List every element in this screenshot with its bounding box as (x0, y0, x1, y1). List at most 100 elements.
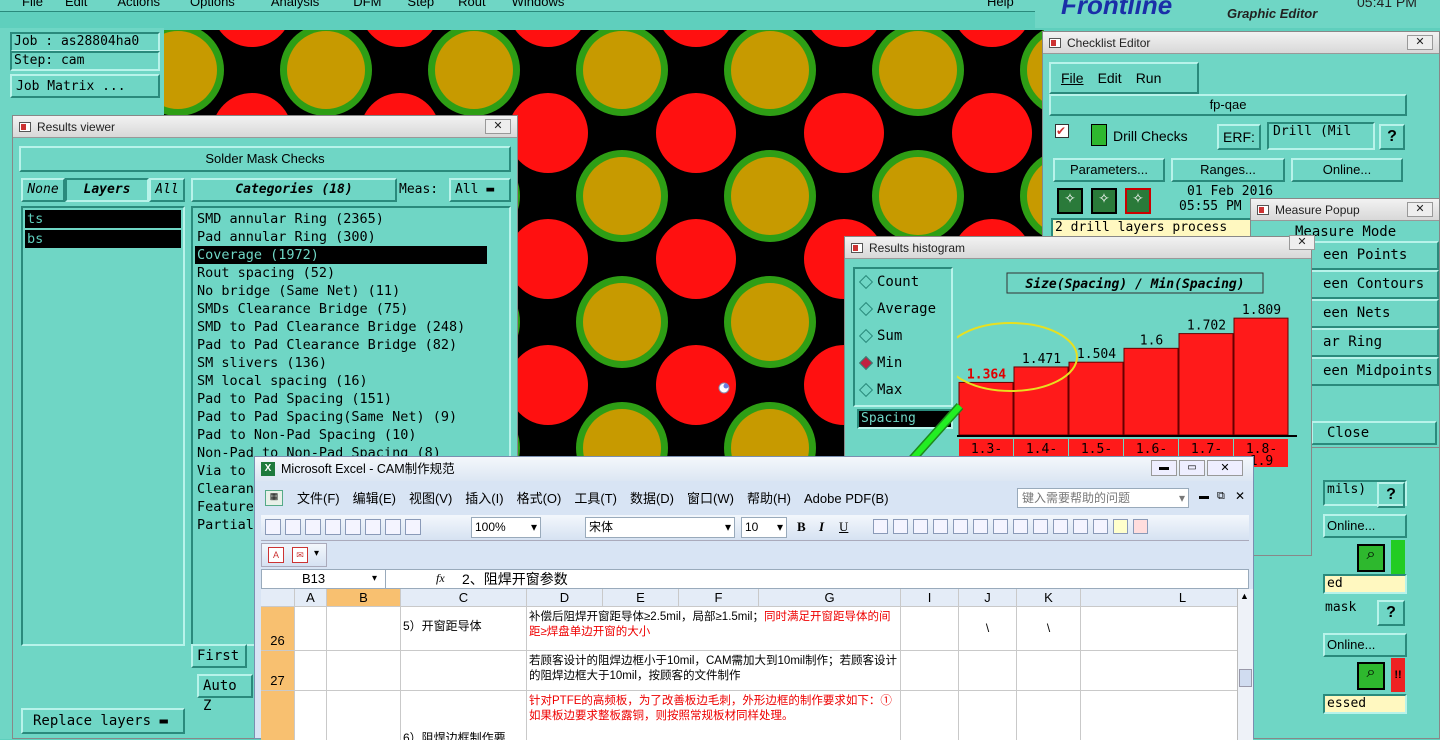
spreadsheet-grid[interactable]: A B C D E F G I J K L 26 5）开窗距导体 补偿后阻焊开窗距导体≥2.5mil，局部… (261, 589, 1237, 740)
category-item[interactable]: SM slivers (136) (195, 354, 507, 372)
option-max[interactable]: Max (855, 377, 951, 404)
minimize-button[interactable]: ▬ (1151, 460, 1177, 476)
replace-layers-button[interactable]: Replace layers ▬ (21, 708, 185, 734)
align-right-icon[interactable] (913, 519, 928, 534)
menu-actions[interactable]: Actions (117, 0, 160, 9)
help-menu[interactable]: Help (987, 0, 1014, 9)
cell[interactable] (901, 607, 959, 651)
column-header[interactable]: J (959, 589, 1017, 607)
excel-menu-item[interactable]: 格式(O) (517, 491, 562, 506)
option-average[interactable]: Average (855, 296, 951, 323)
doc-restore-button[interactable]: ⧉ (1217, 490, 1225, 503)
option-count[interactable]: Count (855, 269, 951, 296)
font-name-select[interactable]: 宋体 ▾ (585, 517, 735, 538)
research-icon[interactable] (385, 519, 401, 535)
cell[interactable] (959, 651, 1017, 691)
currency-icon[interactable] (953, 519, 968, 534)
category-item[interactable]: SMDs Clearance Bridge (75) (195, 300, 507, 318)
category-item[interactable]: Pad to Pad Spacing(Same Net) (9) (195, 408, 507, 426)
cell[interactable] (295, 651, 327, 691)
run-icon[interactable]: ✧ (1125, 188, 1151, 214)
help-search-input[interactable]: 键入需要帮助的问题 ▾ (1017, 488, 1189, 508)
merge-center-icon[interactable] (933, 519, 948, 534)
cell-merged[interactable]: 若顾客设计的阻焊边框小于10mil，CAM需加大到10mil制作；若顾客设计的阻… (527, 651, 901, 691)
menu-edit[interactable]: Edit (65, 0, 87, 9)
help-button[interactable]: ? (1379, 124, 1405, 150)
permission-icon[interactable] (325, 519, 341, 535)
save-icon[interactable] (305, 519, 321, 535)
close-icon[interactable]: ✕ (1289, 235, 1315, 250)
menu-dfm[interactable]: DFM (353, 0, 381, 9)
dropdown-icon[interactable]: ▾ (1179, 489, 1185, 507)
cell[interactable] (1017, 691, 1081, 740)
category-item[interactable]: Pad to Pad Spacing (151) (195, 390, 507, 408)
column-header[interactable]: B (327, 589, 401, 607)
bold-button[interactable]: B (797, 519, 806, 535)
cell[interactable] (295, 691, 327, 740)
online-button[interactable]: Online... (1291, 158, 1403, 182)
excel-menu-item[interactable]: Adobe PDF(B) (804, 491, 889, 506)
cell[interactable] (327, 607, 401, 651)
column-header[interactable]: F (679, 589, 759, 607)
excel-menu-item[interactable]: 插入(I) (465, 491, 503, 506)
menu-step[interactable]: Step (407, 0, 434, 9)
borders-icon[interactable] (1093, 519, 1108, 534)
run-icon[interactable]: ✧ (1057, 188, 1083, 214)
column-header[interactable]: C (401, 589, 527, 607)
row-header[interactable] (261, 691, 295, 740)
category-item[interactable]: SMD to Pad Clearance Bridge (248) (195, 318, 507, 336)
close-icon[interactable]: ✕ (1407, 35, 1433, 50)
menu-windows[interactable]: Windows (512, 0, 565, 9)
online-button[interactable]: Online... (1323, 633, 1407, 657)
increase-decimal-icon[interactable] (1013, 519, 1028, 534)
category-item[interactable]: Coverage (1972) (195, 246, 487, 264)
new-icon[interactable] (265, 519, 281, 535)
column-header[interactable]: A (295, 589, 327, 607)
cell[interactable] (1017, 651, 1081, 691)
column-header[interactable]: D (527, 589, 603, 607)
cell[interactable]: 6）阻焊边框制作要 (401, 691, 527, 740)
job-matrix-button[interactable]: Job Matrix ... (10, 74, 160, 98)
run-icon[interactable]: ✧ (1091, 188, 1117, 214)
increase-indent-icon[interactable] (1073, 519, 1088, 534)
column-header[interactable]: K (1017, 589, 1081, 607)
zoom-icon[interactable]: ⌕ (1357, 544, 1385, 572)
close-icon[interactable]: ✕ (485, 119, 511, 134)
first-button[interactable]: First (191, 644, 247, 668)
underline-button[interactable]: U (839, 519, 848, 535)
excel-menu-item[interactable]: 窗口(W) (687, 491, 734, 506)
cell[interactable] (327, 691, 401, 740)
scroll-up-icon[interactable]: ▲ (1240, 591, 1249, 601)
cell[interactable]: \ (959, 607, 1017, 651)
cell[interactable] (327, 651, 401, 691)
checkmark-icon[interactable]: ✔ (1055, 124, 1069, 138)
italic-button[interactable]: I (819, 519, 824, 535)
decrease-decimal-icon[interactable] (1033, 519, 1048, 534)
cell[interactable] (1081, 651, 1237, 691)
excel-menu-item[interactable]: 文件(F) (297, 491, 340, 506)
pdf-email-icon[interactable]: ✉ (292, 547, 308, 563)
option-min[interactable]: Min (855, 350, 951, 377)
meas-dropdown[interactable]: All ▬ (449, 178, 511, 202)
category-item[interactable]: SM local spacing (16) (195, 372, 507, 390)
column-header[interactable]: G (759, 589, 901, 607)
excel-menu-item[interactable]: 编辑(E) (353, 491, 396, 506)
measure-close-button[interactable]: Close (1311, 421, 1437, 445)
open-icon[interactable] (285, 519, 301, 535)
zoom-icon[interactable]: ⌕ (1357, 662, 1385, 690)
font-color-icon[interactable] (1133, 519, 1148, 534)
decrease-indent-icon[interactable] (1053, 519, 1068, 534)
ranges-button[interactable]: Ranges... (1171, 158, 1285, 182)
column-header[interactable]: E (603, 589, 679, 607)
zoom-select[interactable]: 100% ▾ (471, 517, 541, 538)
cell[interactable] (295, 607, 327, 651)
comma-icon[interactable] (993, 519, 1008, 534)
font-size-select[interactable]: 10 ▾ (741, 517, 787, 538)
none-button[interactable]: None (21, 178, 65, 202)
doc-close-button[interactable]: ✕ (1235, 489, 1245, 503)
all-button[interactable]: All (149, 178, 185, 202)
cell-merged[interactable]: 针对PTFE的高频板，为了改善板边毛刺，外形边框的制作要求如下：①如果板边要求整… (527, 691, 901, 740)
menu-rout[interactable]: Rout (458, 0, 485, 9)
close-icon[interactable]: ✕ (1407, 202, 1433, 217)
name-box[interactable]: B13 ▾ (262, 570, 386, 588)
